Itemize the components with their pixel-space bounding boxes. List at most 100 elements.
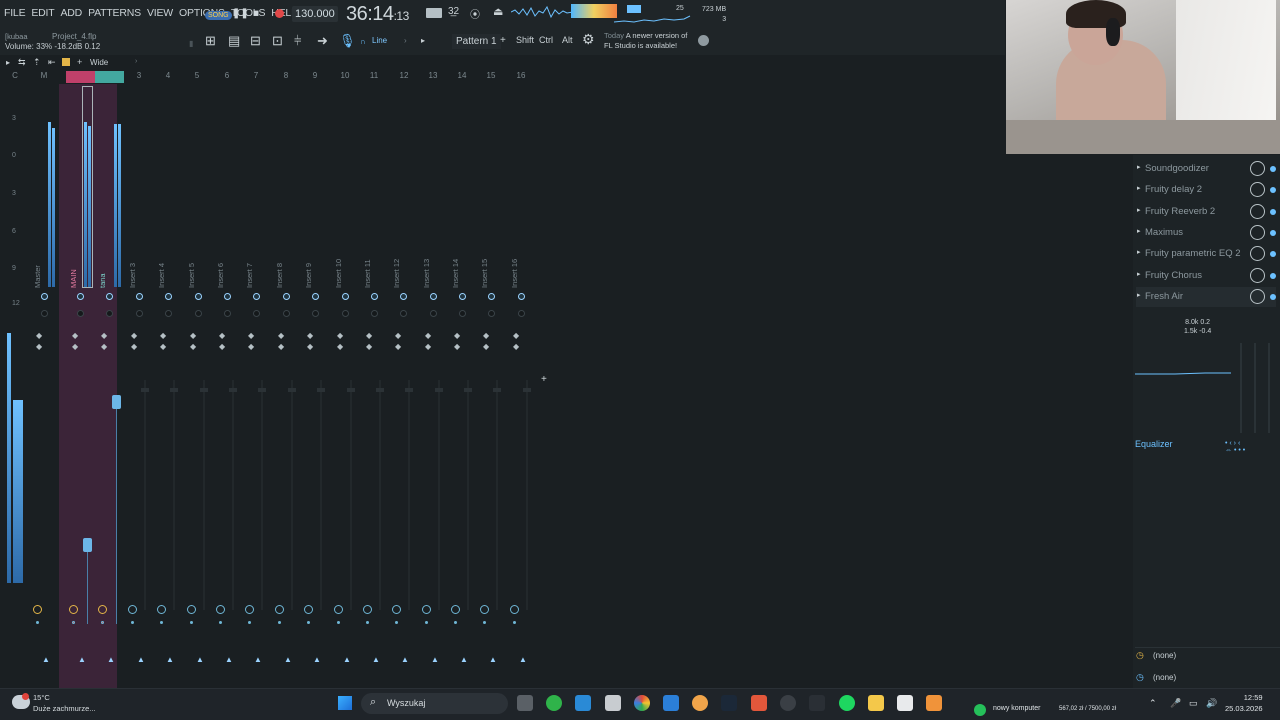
mixer-color-icon[interactable] [62,58,70,66]
route-knob[interactable] [245,605,254,614]
add-pattern-icon[interactable]: + [500,35,506,46]
brave-icon[interactable] [751,695,767,711]
stereo-knob[interactable] [342,310,349,317]
volume-fader[interactable] [203,380,205,610]
expand-arrow-icon[interactable]: ▸ [1137,270,1141,278]
main-fader-handle[interactable] [83,538,92,552]
news-panel[interactable]: Today A newer version of FL Studio is av… [604,31,687,51]
expand-arrow-icon[interactable]: ▸ [1137,291,1141,299]
piano-roll-icon[interactable]: ⊟ [250,33,261,49]
route-dot[interactable] [395,621,398,624]
stereo-knob[interactable] [518,310,525,317]
countdown-icon[interactable]: 3̲2 [448,6,459,17]
stereo-knob[interactable] [488,310,495,317]
swap-icon[interactable]: ◆ [425,342,431,351]
send-arrow-icon[interactable]: ▲ [196,655,204,664]
taskbar-clock[interactable]: 12:59 25.03.2026 [1225,692,1263,714]
mix-knob[interactable] [1250,161,1265,176]
swap-icon[interactable]: ◆ [248,342,254,351]
route-dot[interactable] [131,621,134,624]
route-dot[interactable] [160,621,163,624]
strip-label[interactable]: Insert 16 [510,259,519,288]
volume-fader[interactable] [350,380,352,610]
metronome-icon[interactable]: ⏏ [493,5,503,18]
notepad-icon[interactable] [897,695,913,711]
mix-knob[interactable] [1250,288,1265,304]
microphone-icon[interactable]: 🎙 [339,33,356,49]
alt-key[interactable]: Alt [562,35,573,45]
pan-knob[interactable] [371,293,378,300]
separation-icon[interactable]: ◆ [72,331,78,340]
effect-slot[interactable]: ▸ Soundgoodizer [1136,159,1276,179]
mixer-view-mode[interactable]: Wide [90,58,108,67]
expand-arrow-icon[interactable]: ▸ [1137,163,1141,171]
mix-knob[interactable] [1250,246,1265,262]
stereo-knob[interactable] [283,310,290,317]
stereo-knob[interactable] [430,310,437,317]
stereo-knob[interactable] [106,310,113,317]
mixer-strip[interactable] [295,84,319,688]
swap-icon[interactable]: ◆ [483,342,489,351]
enable-toggle[interactable] [1270,166,1276,172]
send-arrow-icon[interactable]: ▲ [401,655,409,664]
spotify-icon[interactable] [839,695,855,711]
swap-icon[interactable]: ◆ [131,342,137,351]
route-knob[interactable] [451,605,460,614]
route-knob[interactable] [422,605,431,614]
route-dot[interactable] [219,621,222,624]
mixer-strip[interactable] [354,84,378,688]
volume-fader[interactable] [320,380,322,610]
pan-knob[interactable] [488,293,495,300]
snap-mode[interactable]: Line [372,36,387,45]
mix-knob[interactable] [1250,182,1265,198]
route-knob[interactable] [392,605,401,614]
route-dot[interactable] [278,621,281,624]
separation-icon[interactable]: ◆ [307,331,313,340]
news-icon[interactable]: ⚙ [582,31,595,48]
separation-icon[interactable]: ◆ [395,331,401,340]
network-icon[interactable]: ▭ [1189,698,1198,709]
send-arrow-icon[interactable]: ▲ [225,655,233,664]
strip-label[interactable]: Insert 8 [275,263,284,288]
mixer-strip[interactable] [148,84,172,688]
swap-icon[interactable]: ◆ [337,342,343,351]
pan-knob[interactable] [518,293,525,300]
show-hidden-icons-icon[interactable]: ⌃ [1149,698,1157,709]
messenger-icon[interactable] [692,695,708,711]
menu-add[interactable]: ADD [61,7,83,19]
send-arrow-icon[interactable]: ▲ [137,655,145,664]
pattern-selector[interactable]: Pattern 1 [452,34,501,49]
taskbar-search[interactable]: ⌕ Wyszukaj [361,693,508,714]
swap-icon[interactable]: ◆ [160,342,166,351]
mix-knob[interactable] [1250,267,1265,283]
effect-slot[interactable]: ▸ Fresh Air [1136,286,1276,307]
route-dot[interactable] [454,621,457,624]
start-icon[interactable] [338,696,352,710]
swap-icon[interactable]: ◆ [395,342,401,351]
pan-knob[interactable] [41,293,48,300]
volume-fader[interactable] [173,380,175,610]
expand-arrow-icon[interactable]: ▸ [1137,227,1141,235]
input-select[interactable]: (none) [1153,651,1176,660]
mixer-strip[interactable] [413,84,437,688]
xbox-icon[interactable] [546,695,562,711]
mixer-link-icon[interactable]: ⇤ [48,57,56,68]
route-dot[interactable] [513,621,516,624]
mixer-strip[interactable] [236,84,260,688]
route-knob[interactable] [510,605,519,614]
mixer-tool-icon[interactable]: ⇆ [18,57,26,68]
mixer-strip[interactable] [442,84,466,688]
pan-knob[interactable] [106,293,113,300]
stereo-knob[interactable] [459,310,466,317]
strip-label[interactable]: Insert 5 [187,263,196,288]
route-knob[interactable] [363,605,372,614]
swap-icon[interactable]: ◆ [454,342,460,351]
effect-slot[interactable]: ▸ Fruity parametric EQ 2 [1136,244,1276,264]
strip-label[interactable]: Insert 10 [334,259,343,288]
fader-handle[interactable] [493,388,501,392]
send-arrow-icon[interactable]: ▲ [343,655,351,664]
record-button[interactable] [275,9,284,18]
send-arrow-icon[interactable]: ▲ [166,655,174,664]
send-arrow-icon[interactable]: ▲ [460,655,468,664]
fl-studio-icon[interactable] [926,695,942,711]
